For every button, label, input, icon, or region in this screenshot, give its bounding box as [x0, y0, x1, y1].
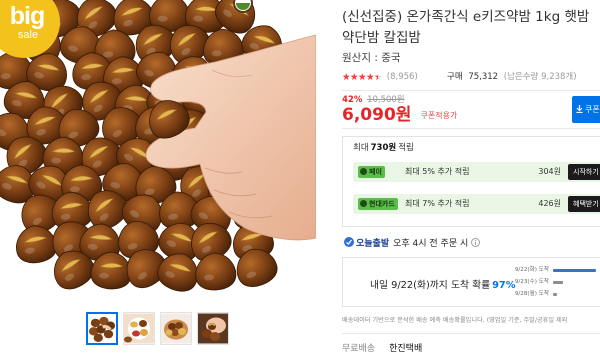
- reward-offer-amount: 304원: [538, 167, 561, 176]
- forecast-note: 배송데이터 기반으로 분석한 배송 예측 배송확률입니다. (영업일 기준, 주…: [342, 317, 568, 324]
- forecast-bar: [553, 268, 596, 272]
- download-icon: [576, 105, 583, 114]
- thumbnail-hand-with-chestnuts[interactable]: [197, 312, 229, 345]
- reward-header-suffix: 적립: [398, 143, 414, 153]
- reward-benefit-button[interactable]: 혜택받기: [568, 196, 600, 212]
- forecast-headline-text: 내일 9/22(화)까지 도착 확률: [370, 280, 491, 291]
- purchase-count: 75,312: [468, 72, 499, 82]
- product-origin: 원산지 : 중국: [342, 52, 401, 64]
- coupon-price-label: 쿠폰적용가: [420, 111, 458, 120]
- coupon-button-label: 쿠폰: [585, 105, 600, 114]
- shipping-carrier: 한진택배: [389, 344, 423, 354]
- card-badge: 현대카드: [358, 198, 398, 210]
- today-shipping-badge: 오늘출발: [356, 239, 390, 249]
- divider: [342, 128, 600, 129]
- reward-header: 최대 730원 적립: [353, 142, 414, 154]
- discount-rate: 42%: [342, 95, 363, 105]
- chestnut-pile-thumb-image: [88, 314, 116, 343]
- shipping-fee: 무료배송: [342, 344, 376, 354]
- hand-with-chestnuts-thumb-image: [198, 313, 228, 344]
- rating-stars-fill: ★★★★★: [342, 72, 378, 83]
- delivery-forecast-box: 내일 9/22(화)까지 도착 확률 97% 9/22(화) 도착 9/23(수)…: [342, 257, 600, 307]
- product-info-panel: (신선집중) 온가족간식 e키즈약밤 1kg 햇밤 약단밤 칼집밤 원산지 : …: [342, 0, 600, 360]
- pay-badge: 페이: [358, 166, 385, 178]
- forecast-bar-label: 9/22(화) 도착: [514, 267, 549, 273]
- today-shipping-row: 오늘출발 오후 4시 전 주문 시: [344, 237, 481, 250]
- product-title: (신선집중) 온가족간식 e키즈약밤 1kg 햇밤 약단밤 칼집밤: [342, 9, 590, 46]
- reward-box: 최대 730원 적립 페이 최대 5% 추가 적립 304원 시작하기 현대카드 최…: [342, 136, 600, 227]
- reward-offer-card: 현대카드 최대 7% 추가 적립 426원 혜택받기: [353, 194, 600, 214]
- pay-logo-icon: [360, 168, 367, 175]
- info-icon[interactable]: [471, 238, 481, 247]
- review-count[interactable]: (8,956): [387, 72, 418, 82]
- card-logo-icon: [360, 200, 367, 207]
- big-sale-badge: big sale: [0, 0, 60, 58]
- today-shipping-icon: [344, 237, 354, 247]
- delivery-forecast-headline: 내일 9/22(화)까지 도착 확률 97%: [370, 279, 516, 292]
- sale-price: 6,090원: [342, 105, 412, 125]
- shipping-row: 무료배송 한진택배: [342, 343, 422, 355]
- reward-header-prefix: 최대: [353, 143, 369, 153]
- rating-stars[interactable]: ★★★★★ ★★★★★: [342, 71, 383, 84]
- thumbnail-chestnut-pile[interactable]: [86, 312, 118, 345]
- reward-offer-description: 최대 5% 추가 적립: [405, 167, 470, 176]
- product-page: big sale (신선집중) 온가족간식 e키즈약밤 1kg 햇밤 약단밤 칼…: [0, 0, 600, 360]
- original-price: 10,500원: [367, 95, 405, 105]
- divider: [342, 90, 600, 91]
- badge-big-text: big: [9, 2, 46, 30]
- coupon-download-button[interactable]: 쿠폰: [572, 96, 600, 123]
- price-row: 6,090원 쿠폰적용가: [342, 105, 457, 126]
- chestnut-bowl-thumb-image: [161, 313, 191, 344]
- forecast-bar-label: 9/23(수) 도착: [514, 279, 549, 285]
- reward-start-button[interactable]: 시작하기: [568, 164, 600, 180]
- thumbnail-snack-assortment[interactable]: [123, 312, 155, 345]
- thumbnail-strip: [86, 312, 230, 345]
- forecast-bar: [553, 280, 563, 284]
- pay-badge-label: 페이: [369, 168, 382, 176]
- thumbnail-chestnut-bowl[interactable]: [160, 312, 192, 345]
- badge-sale-text: sale: [17, 29, 39, 41]
- big-sale-badge-circle: big sale: [0, 0, 60, 58]
- card-badge-label: 현대카드: [369, 200, 395, 208]
- reward-offer-pay: 페이 최대 5% 추가 적립 304원 시작하기: [353, 162, 600, 182]
- product-gallery: big sale: [0, 0, 320, 360]
- forecast-bar: [553, 292, 557, 296]
- forecast-bar-label: 9/28(월) 도착: [514, 291, 549, 297]
- today-shipping-text: 오후 4시 전 주문 시: [393, 239, 469, 249]
- remaining-stock: (남은수량 9,238개): [503, 72, 577, 82]
- reward-offer-amount: 426원: [538, 199, 561, 208]
- reward-max-amount: 730원: [370, 143, 397, 153]
- brand-logo: [233, 0, 253, 13]
- divider: [342, 333, 600, 334]
- purchase-info: 구매 75,312 (남은수량 9,238개): [447, 71, 577, 84]
- reward-offer-description: 최대 7% 추가 적립: [405, 199, 470, 208]
- snack-assortment-thumb-image: [124, 313, 154, 344]
- rating-row: ★★★★★ ★★★★★ (8,956) 구매 75,312 (남은수량 9,23…: [342, 71, 600, 84]
- purchase-label: 구매: [447, 72, 463, 82]
